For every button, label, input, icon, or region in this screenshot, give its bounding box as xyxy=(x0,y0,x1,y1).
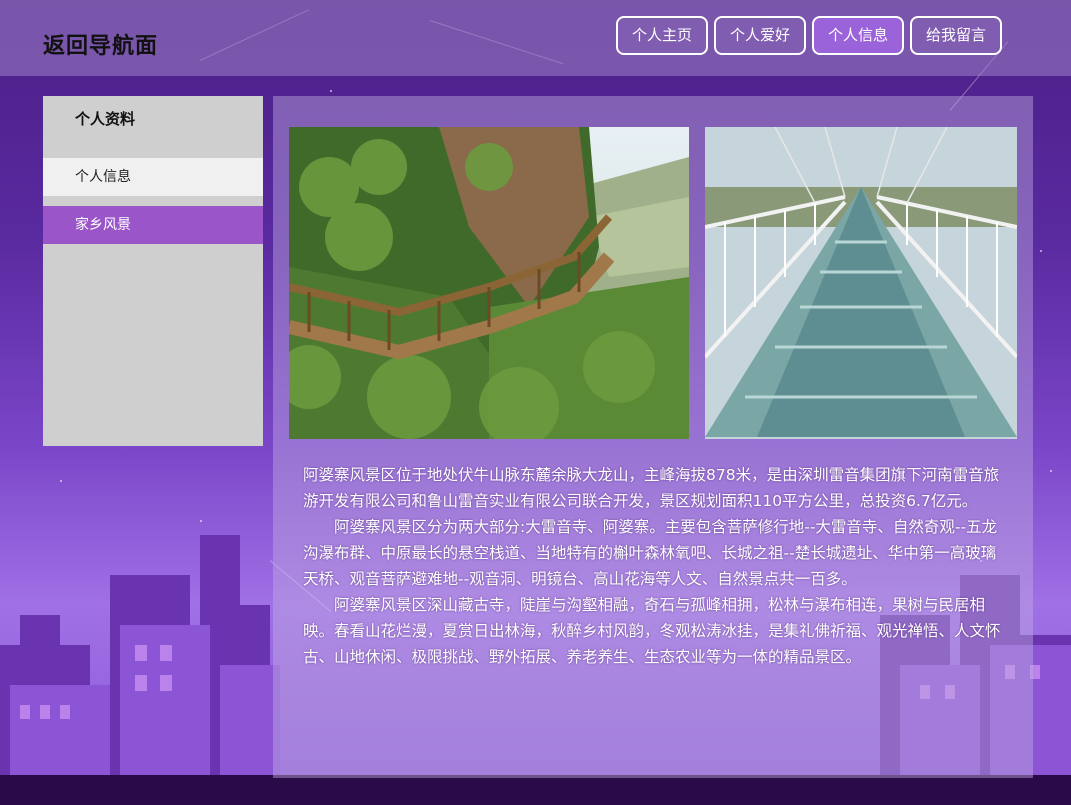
top-nav: 个人主页 个人爱好 个人信息 给我留言 xyxy=(616,16,1003,55)
nav-button-info[interactable]: 个人信息 xyxy=(812,16,905,55)
sidebar-item-personal-info[interactable]: 个人信息 xyxy=(43,158,263,196)
nav-button-home[interactable]: 个人主页 xyxy=(616,16,709,55)
article-paragraph-3: 阿婆寨风景区深山藏古寺，陡崖与沟壑相融，奇石与孤峰相拥，松林与瀑布相连，果树与民… xyxy=(303,596,1001,666)
nav-button-message[interactable]: 给我留言 xyxy=(910,16,1003,55)
sidebar-item-hometown-scenery[interactable]: 家乡风景 xyxy=(43,206,263,244)
glass-bridge-photo xyxy=(705,127,1017,439)
mountain-plank-walkway-photo xyxy=(289,127,689,439)
sidebar-title: 个人资料 xyxy=(75,110,136,128)
main-content: 阿婆寨风景区位于地处伏牛山脉东麓余脉大龙山，主峰海拔878米，是由深圳雷音集团旗… xyxy=(273,96,1033,778)
top-header: 返回导航面 个人主页 个人爱好 个人信息 给我留言 xyxy=(0,0,1071,76)
article-paragraph-1: 阿婆寨风景区位于地处伏牛山脉东麓余脉大龙山，主峰海拔878米，是由深圳雷音集团旗… xyxy=(303,466,1000,510)
sidebar: 个人资料 个人信息 家乡风景 xyxy=(43,96,263,446)
back-to-nav-link[interactable]: 返回导航面 xyxy=(43,28,158,60)
scenery-article: 阿婆寨风景区位于地处伏牛山脉东麓余脉大龙山，主峰海拔878米，是由深圳雷音集团旗… xyxy=(303,462,1008,670)
nav-button-hobbies[interactable]: 个人爱好 xyxy=(714,16,807,55)
article-paragraph-2: 阿婆寨风景区分为两大部分:大雷音寺、阿婆寨。主要包含菩萨修行地--大雷音寺、自然… xyxy=(303,518,998,588)
ground-strip xyxy=(0,775,1071,805)
